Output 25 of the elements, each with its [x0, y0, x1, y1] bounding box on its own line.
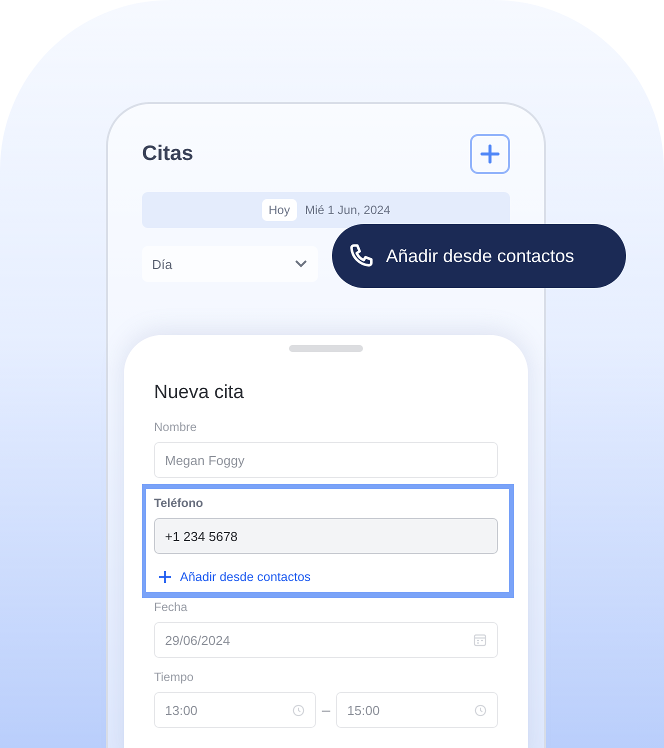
add-button[interactable]	[470, 134, 510, 174]
add-from-contacts-link[interactable]: Añadir desde contactos	[158, 570, 498, 584]
date-field[interactable]: 29/06/2024	[154, 622, 498, 658]
plus-icon	[480, 144, 500, 164]
time-field[interactable]: 13:00	[154, 692, 316, 728]
sheet-handle[interactable]	[289, 345, 363, 352]
plus-icon	[158, 570, 172, 584]
field-label: Nombre	[154, 420, 198, 434]
calendar-icon	[473, 633, 487, 647]
field-label: Teléfono	[154, 496, 204, 510]
time-field[interactable]: 15:00	[336, 692, 498, 728]
sheet-title: Nueva cita	[154, 382, 245, 404]
callout-text: Añadir desde contactos	[386, 246, 574, 266]
field-label: Fecha	[154, 600, 188, 614]
text-field[interactable]: +1 234 5678	[154, 518, 498, 554]
clock-icon	[292, 704, 305, 716]
view-select[interactable]: Día	[142, 246, 318, 282]
chevron-down-icon	[294, 259, 308, 269]
field-label: Tiempo	[154, 670, 195, 684]
text-field[interactable]: Megan Foggy	[154, 442, 498, 478]
date-text: Mié 1 Jun, 2024	[304, 203, 390, 217]
screen-title: Citas	[142, 142, 194, 166]
clock-icon	[474, 704, 487, 716]
range-separator: –	[322, 702, 330, 718]
today-button[interactable]: Hoy	[262, 199, 297, 221]
